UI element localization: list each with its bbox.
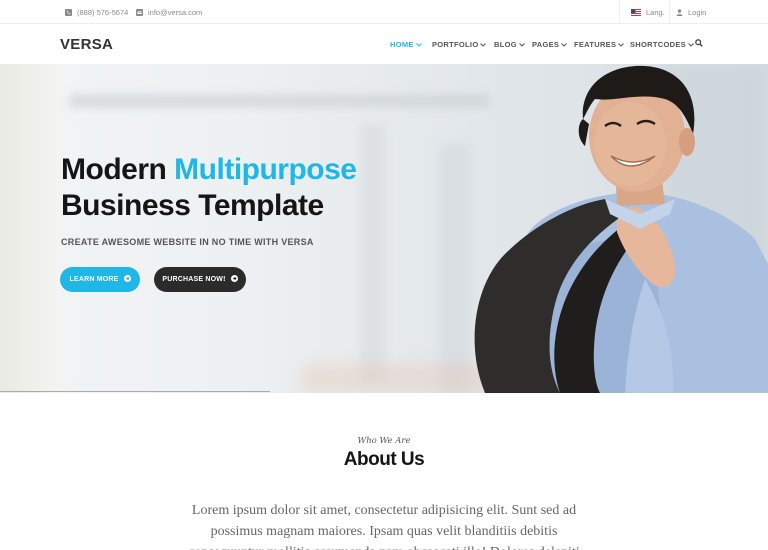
hero-background-shape <box>70 94 490 108</box>
about-title: About Us <box>343 449 425 470</box>
chevron-down-icon <box>561 40 568 49</box>
chevron-down-icon <box>688 40 694 49</box>
businessman-photo <box>474 65 768 393</box>
hero-title-part1: Modern <box>61 153 167 186</box>
language-label: Lang. <box>646 7 665 17</box>
email-contact[interactable]: info@versa.com <box>136 0 202 24</box>
nav-home-label: HOME <box>390 39 414 49</box>
nav-blog-label: BLOG <box>494 39 517 49</box>
divider <box>619 0 620 24</box>
about-kicker: Who We Are <box>357 436 411 446</box>
search-button[interactable] <box>695 24 703 64</box>
nav-home[interactable]: HOME <box>390 24 422 64</box>
nav-shortcodes[interactable]: SHORTCODES <box>630 24 694 64</box>
hero-title: Modern Multipurpose Business Template <box>61 152 357 224</box>
slider-progress-line <box>0 391 270 392</box>
chevron-down-icon <box>519 40 525 49</box>
purchase-now-button[interactable]: PURCHASE NOW! <box>154 267 246 292</box>
divider <box>669 0 670 24</box>
nav-blog[interactable]: BLOG <box>494 24 525 64</box>
email-address: info@versa.com <box>148 7 203 17</box>
hero-subtitle: CREATE AWESOME WEBSITE IN NO TIME WITH V… <box>61 237 314 247</box>
login-link[interactable]: Login <box>676 0 706 24</box>
arrow-circle-right-icon <box>123 275 131 284</box>
arrow-circle-right-icon <box>230 275 238 284</box>
language-selector[interactable]: Lang. <box>631 0 665 24</box>
site-logo[interactable]: VERSA <box>60 24 113 64</box>
user-icon <box>676 8 683 16</box>
learn-more-button[interactable]: LEARN MORE <box>60 267 140 292</box>
nav-features[interactable]: FEATURES <box>574 24 625 64</box>
phone-contact: (888) 576-5674 <box>65 0 128 24</box>
about-text: Lorem ipsum dolor sit amet, consectetur … <box>188 503 580 550</box>
login-label: Login <box>688 7 707 17</box>
chevron-down-icon <box>618 40 625 49</box>
nav-shortcodes-label: SHORTCODES <box>630 39 686 49</box>
chevron-down-icon <box>480 40 487 49</box>
top-bar: (888) 576-5674 info@versa.com Lang. Logi… <box>0 0 768 24</box>
nav-portfolio[interactable]: PORTFOLIO <box>432 24 487 64</box>
phone-icon <box>65 8 72 16</box>
purchase-now-label: PURCHASE NOW! <box>162 276 226 283</box>
hero-banner: Modern Multipurpose Business Template CR… <box>0 64 768 393</box>
main-header: VERSA HOME PORTFOLIO BLOG PAGES FEATURES… <box>0 24 768 64</box>
nav-pages-label: PAGES <box>532 39 560 49</box>
nav-pages[interactable]: PAGES <box>532 24 568 64</box>
hero-title-line2: Business Template <box>61 189 324 222</box>
hero-background-shape <box>0 64 60 393</box>
nav-portfolio-label: PORTFOLIO <box>432 39 479 49</box>
envelope-icon <box>136 8 143 16</box>
phone-number: (888) 576-5674 <box>77 7 129 17</box>
learn-more-label: LEARN MORE <box>69 276 119 283</box>
search-icon <box>695 39 703 49</box>
nav-features-label: FEATURES <box>574 39 617 49</box>
chevron-down-icon <box>415 40 422 49</box>
hero-background-shape <box>360 124 386 384</box>
us-flag-icon <box>631 8 641 16</box>
hero-title-accent: Multipurpose <box>174 153 357 186</box>
